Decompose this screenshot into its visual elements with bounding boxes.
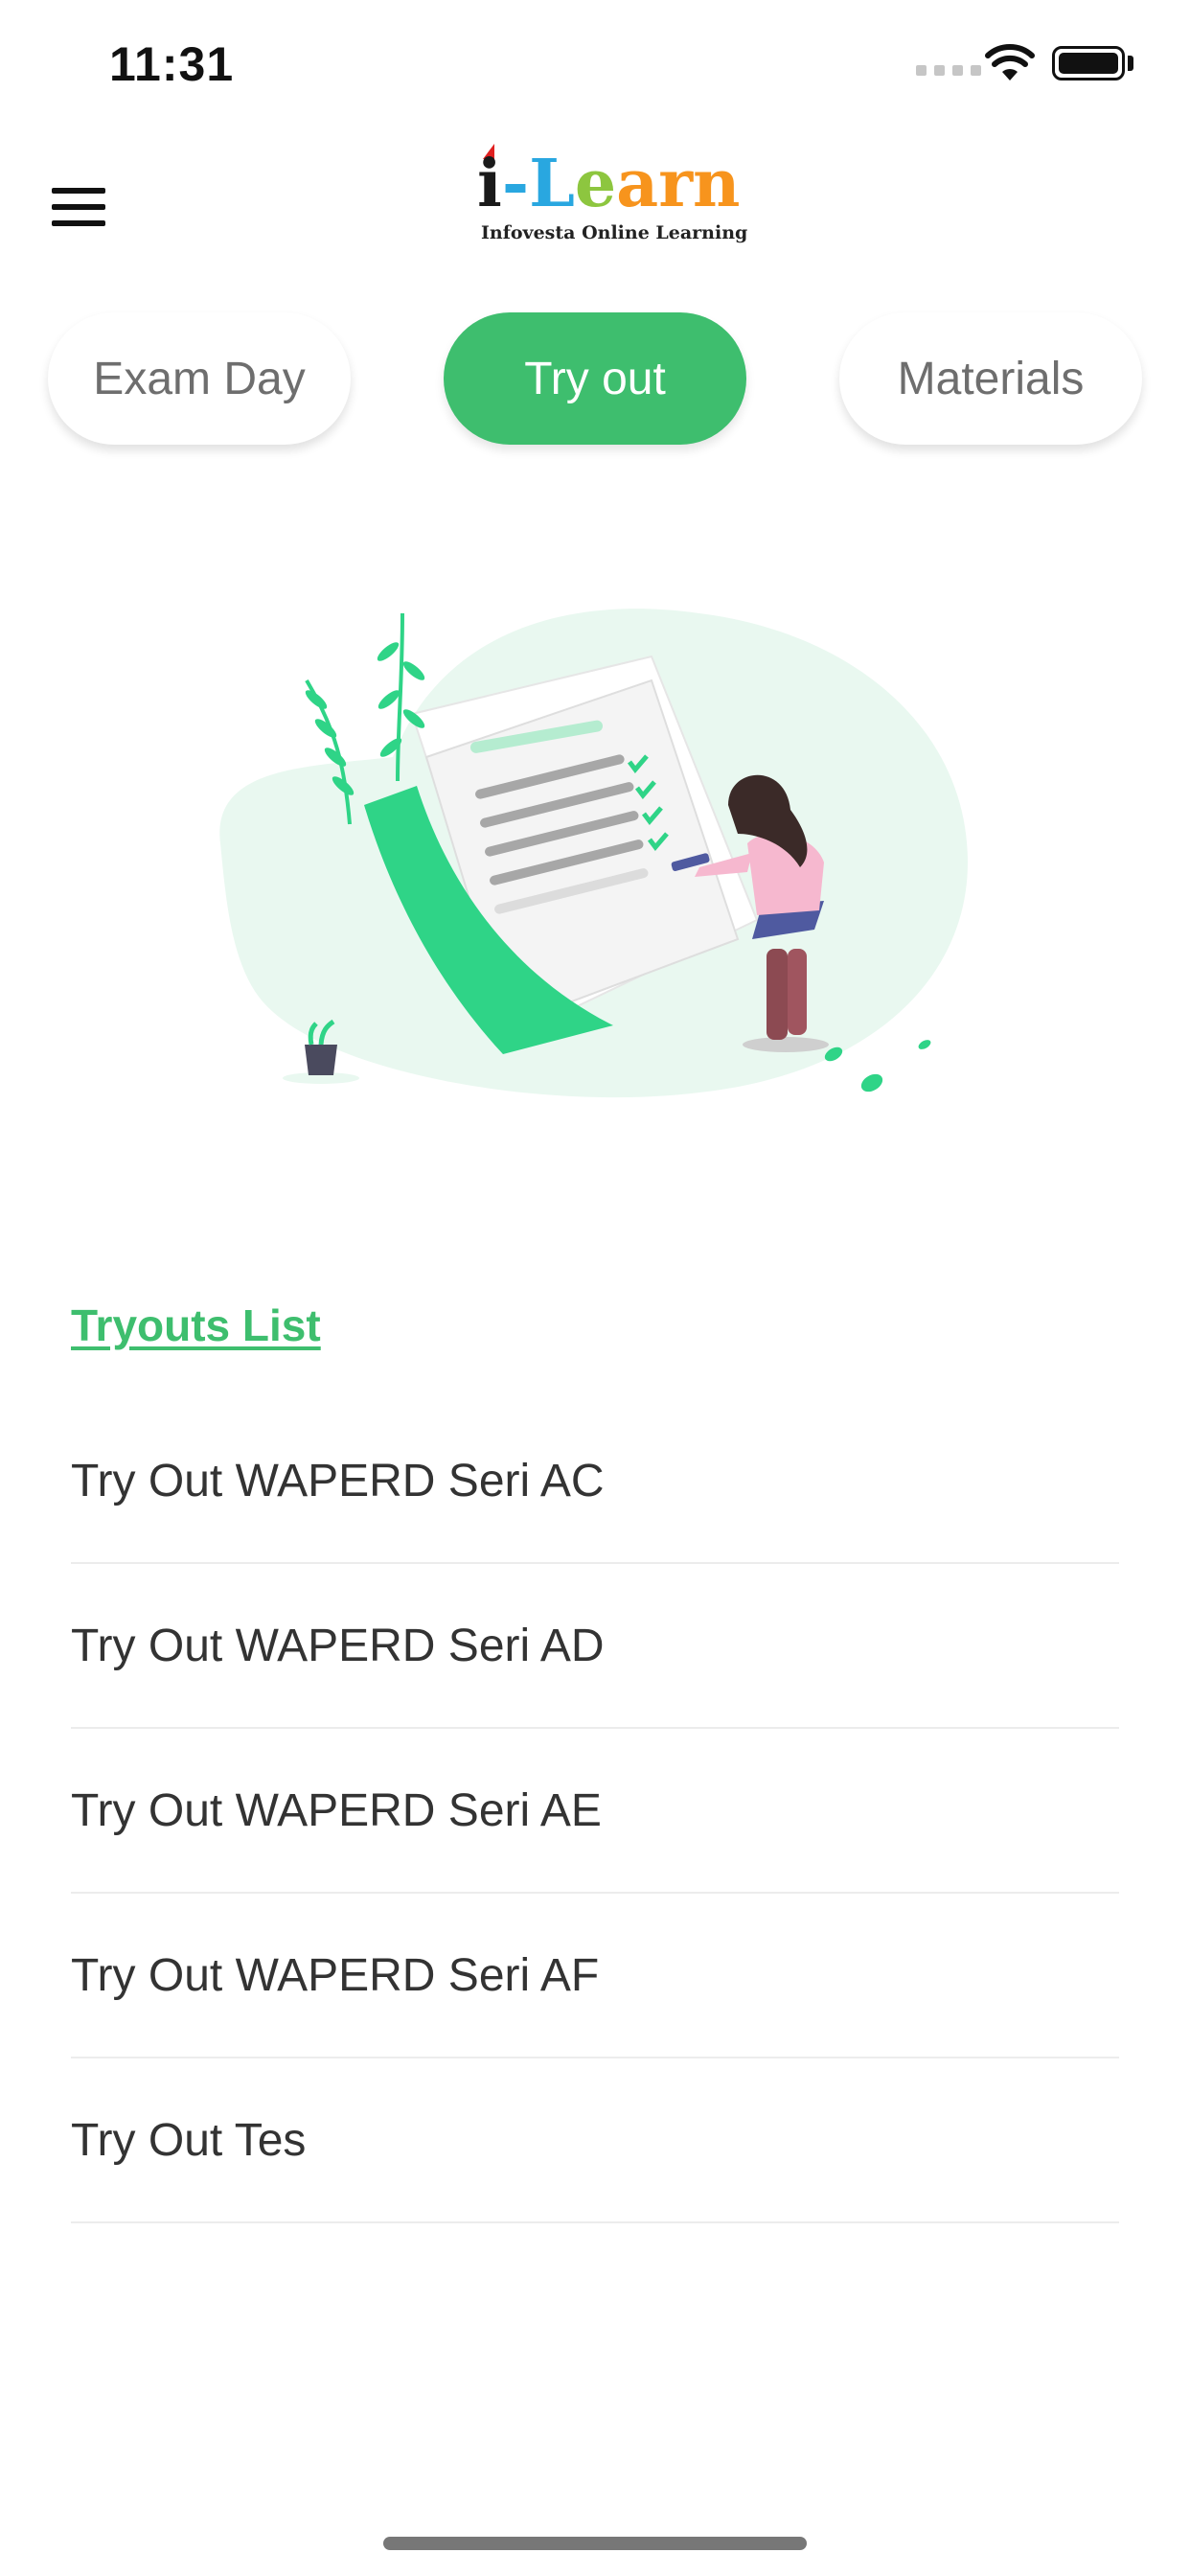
list-item-label: Try Out WAPERD Seri AC bbox=[71, 1455, 605, 1506]
status-bar: 11:31 bbox=[0, 0, 1190, 125]
status-time: 11:31 bbox=[109, 37, 235, 91]
home-indicator[interactable] bbox=[383, 2537, 807, 2550]
tryout-illustration bbox=[219, 609, 969, 1098]
tryouts-list: Try Out WAPERD Seri AC Try Out WAPERD Se… bbox=[71, 1399, 1119, 2223]
tab-materials[interactable]: Materials bbox=[839, 312, 1142, 445]
list-item[interactable]: Try Out WAPERD Seri AC bbox=[71, 1399, 1119, 1564]
i-learn-logo: i-Learn Infovesta Online Learning bbox=[469, 144, 747, 251]
tab-exam-day[interactable]: Exam Day bbox=[48, 312, 351, 445]
list-item-label: Try Out Tes bbox=[71, 2114, 307, 2166]
logo-subtitle: Infovesta Online Learning bbox=[481, 222, 748, 243]
wifi-icon bbox=[985, 44, 1035, 80]
list-item[interactable]: Try Out WAPERD Seri AE bbox=[71, 1729, 1119, 1894]
list-item-label: Try Out WAPERD Seri AD bbox=[71, 1620, 605, 1671]
cellular-signal-icon bbox=[916, 65, 981, 76]
hamburger-menu-icon[interactable] bbox=[52, 188, 109, 226]
list-item-label: Try Out WAPERD Seri AF bbox=[71, 1949, 600, 2001]
tryouts-list-title: Tryouts List bbox=[71, 1300, 321, 1350]
tab-try-out[interactable]: Try out bbox=[444, 312, 746, 445]
list-item[interactable]: Try Out Tes bbox=[71, 2058, 1119, 2223]
list-item[interactable]: Try Out WAPERD Seri AD bbox=[71, 1564, 1119, 1729]
battery-cap bbox=[1128, 56, 1133, 71]
logo-wordmark: i-Learn bbox=[477, 146, 741, 222]
list-item[interactable]: Try Out WAPERD Seri AF bbox=[71, 1894, 1119, 2058]
battery-icon bbox=[1052, 46, 1125, 80]
list-item-label: Try Out WAPERD Seri AE bbox=[71, 1784, 602, 1836]
